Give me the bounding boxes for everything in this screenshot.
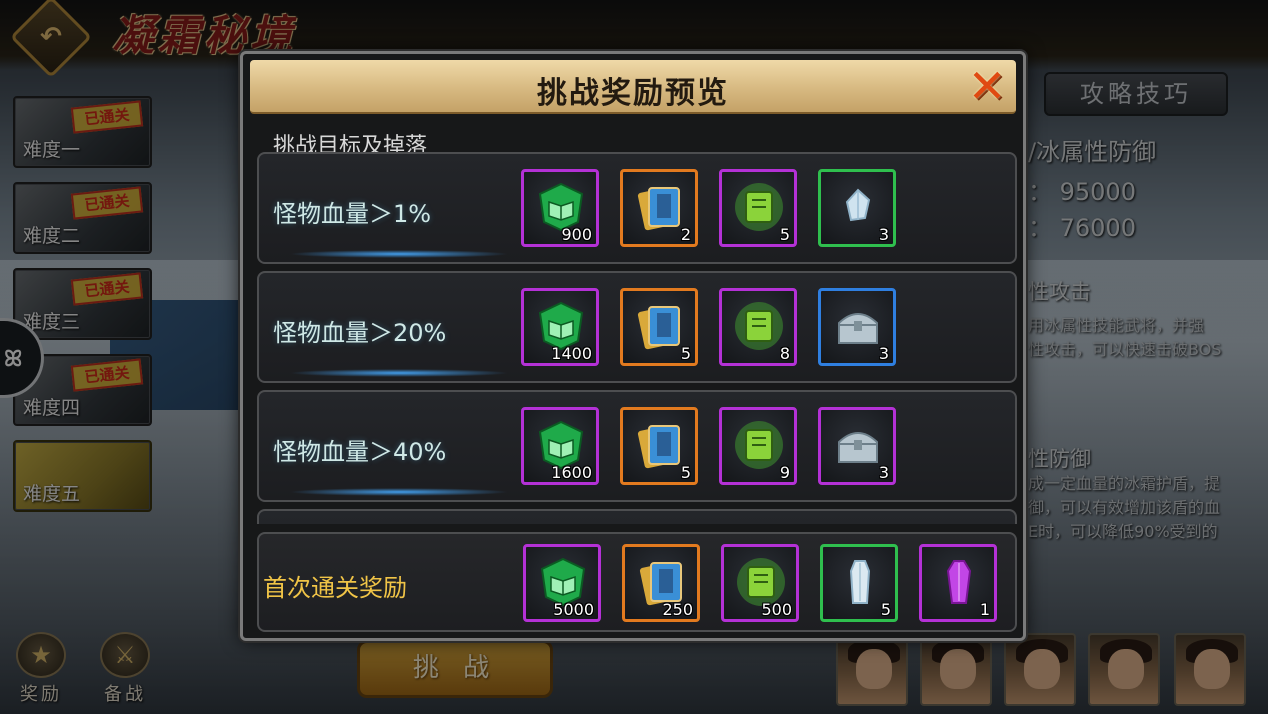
item-count: 250 bbox=[662, 600, 693, 619]
reward-preview-dialog: 挑战奖励预览 ✕ 挑战目标及掉落 怪物血量＞1% 900 2 5 3 怪物血量＞… bbox=[240, 51, 1026, 641]
item-count: 5000 bbox=[553, 600, 594, 619]
reward-item[interactable]: 5000 bbox=[523, 544, 601, 622]
condition-glow bbox=[289, 369, 509, 377]
item-count: 5 bbox=[779, 225, 790, 244]
green-tome-icon bbox=[732, 299, 786, 353]
reward-item[interactable]: 3 bbox=[818, 407, 896, 485]
reward-tier-row bbox=[257, 509, 1017, 524]
purple-crystal-icon bbox=[932, 555, 986, 609]
reward-tier-row: 怪物血量＞20% 1400 5 8 3 bbox=[257, 271, 1017, 383]
item-count: 1400 bbox=[551, 344, 592, 363]
reward-item[interactable]: 250 bbox=[622, 544, 700, 622]
first-clear-reward-row: 首次通关奖励 5000 250 500 5 1 bbox=[257, 532, 1017, 632]
reward-tier-list[interactable]: 怪物血量＞1% 900 2 5 3 怪物血量＞20% 1400 5 8 3 怪物… bbox=[257, 152, 1017, 524]
condition-glow bbox=[289, 488, 509, 496]
item-count: 8 bbox=[779, 344, 790, 363]
reward-item[interactable]: 2 bbox=[620, 169, 698, 247]
item-count: 1600 bbox=[551, 463, 592, 482]
reward-item[interactable]: 9 bbox=[719, 407, 797, 485]
tier-condition: 怪物血量＞40% bbox=[273, 438, 447, 466]
dialog-header: 挑战奖励预览 ✕ bbox=[250, 60, 1016, 114]
condition-glow bbox=[289, 250, 509, 258]
reward-item[interactable]: 3 bbox=[818, 288, 896, 366]
item-count: 3 bbox=[878, 344, 889, 363]
reward-item[interactable]: 5 bbox=[719, 169, 797, 247]
item-count: 3 bbox=[878, 225, 889, 244]
reward-item[interactable]: 3 bbox=[818, 169, 896, 247]
blue-scroll-icon bbox=[633, 299, 687, 353]
reward-item[interactable]: 5 bbox=[820, 544, 898, 622]
close-x-icon[interactable]: ✕ bbox=[964, 63, 1010, 110]
green-tome-icon bbox=[732, 418, 786, 472]
reward-item[interactable]: 1 bbox=[919, 544, 997, 622]
item-count: 5 bbox=[680, 463, 691, 482]
reward-item[interactable]: 8 bbox=[719, 288, 797, 366]
item-count: 9 bbox=[779, 463, 790, 482]
ice-shard-icon bbox=[833, 555, 887, 609]
reward-item[interactable]: 500 bbox=[721, 544, 799, 622]
blue-scroll-icon bbox=[633, 418, 687, 472]
item-count: 5 bbox=[880, 600, 891, 619]
tier-condition: 怪物血量＞20% bbox=[273, 319, 447, 347]
item-count: 3 bbox=[878, 463, 889, 482]
item-count: 5 bbox=[680, 344, 691, 363]
blue-scroll-icon bbox=[633, 180, 687, 234]
silver-chest-icon bbox=[831, 418, 885, 472]
reward-tier-row: 怪物血量＞40% 1600 5 9 3 bbox=[257, 390, 1017, 502]
item-count: 500 bbox=[761, 600, 792, 619]
reward-item[interactable]: 1400 bbox=[521, 288, 599, 366]
item-count: 900 bbox=[561, 225, 592, 244]
reward-item[interactable]: 5 bbox=[620, 407, 698, 485]
first-clear-label: 首次通关奖励 bbox=[263, 574, 407, 602]
item-count: 1 bbox=[979, 600, 990, 619]
reward-tier-row: 怪物血量＞1% 900 2 5 3 bbox=[257, 152, 1017, 264]
tier-condition: 怪物血量＞1% bbox=[273, 200, 432, 228]
item-count: 2 bbox=[680, 225, 691, 244]
green-tome-icon bbox=[732, 180, 786, 234]
dialog-title: 挑战奖励预览 bbox=[537, 76, 729, 111]
silver-chest-icon bbox=[831, 299, 885, 353]
reward-item[interactable]: 1600 bbox=[521, 407, 599, 485]
reward-item[interactable]: 900 bbox=[521, 169, 599, 247]
reward-item[interactable]: 5 bbox=[620, 288, 698, 366]
ice-crystal-icon bbox=[831, 180, 885, 234]
